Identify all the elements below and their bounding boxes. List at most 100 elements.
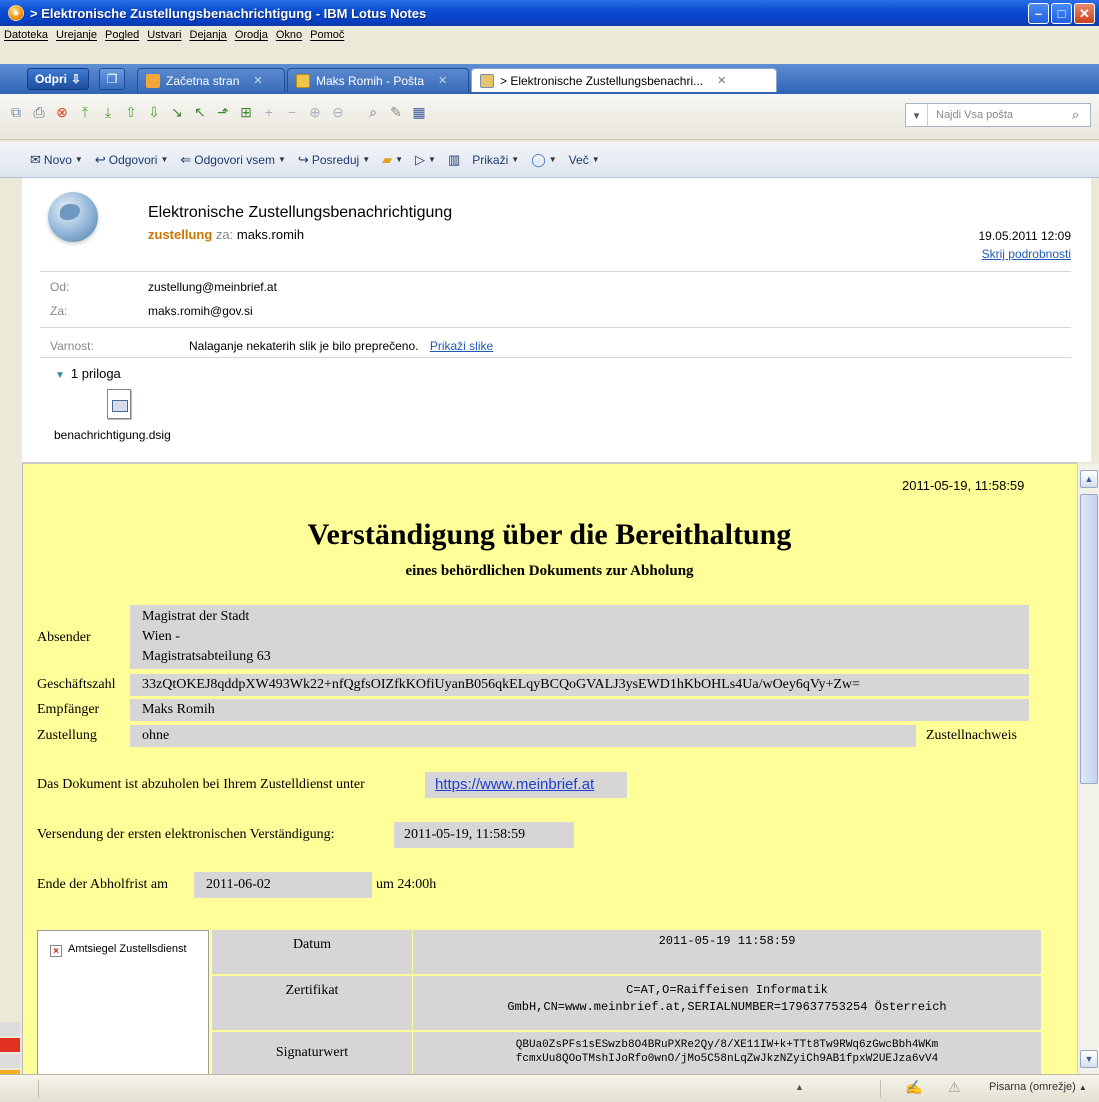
scroll-down-icon[interactable]: ▼ (1080, 1050, 1098, 1068)
signaturwert-line-2: fcmxUu8QOoTMshIJoRfo0wnO/jMo5C58nLqZwJkz… (515, 1053, 939, 1065)
versendung-label: Versendung der ersten elektronischen Ver… (37, 827, 335, 842)
collapse-icon[interactable]: − (284, 104, 300, 120)
message-date: 19.05.2011 12:09 (978, 229, 1071, 243)
binoculars-icon[interactable]: ⌕ (365, 104, 381, 120)
close-button[interactable]: ✕ (1074, 3, 1095, 24)
open-button[interactable]: Odpri ⇩ (27, 68, 89, 90)
move-top-icon[interactable]: ⤒ (77, 104, 93, 120)
more-label: Več (568, 152, 589, 167)
trash-icon: ▥ (447, 151, 461, 167)
move-bottom-icon[interactable]: ⤓ (100, 104, 116, 120)
maximize-button[interactable]: □ (1051, 3, 1072, 24)
message-icon (480, 73, 494, 88)
show-label: Prikaži (472, 152, 509, 167)
menu-ustvari[interactable]: Ustvari (147, 29, 181, 41)
reply-button[interactable]: ↩ Odgovori ▼ (95, 152, 169, 168)
status-caret-icon[interactable]: ▲ (795, 1082, 804, 1092)
scroll-thumb[interactable] (1080, 494, 1098, 784)
recipient-name: maks.romih (236, 227, 305, 242)
divider (40, 357, 1071, 358)
zustelldienst-link[interactable]: https://www.meinbrief.at (425, 772, 627, 798)
show-images-link[interactable]: Prikaži slike (430, 339, 493, 353)
edit-status-icon[interactable]: ✍ (905, 1079, 922, 1096)
divider (40, 271, 1071, 272)
reply-all-button[interactable]: ⇐ Odgovori vsem ▼ (180, 152, 286, 168)
vertical-scrollbar[interactable]: ▲ ▼ (1077, 464, 1099, 1074)
expand-all-icon[interactable]: ⊕ (307, 104, 323, 120)
ende-label: Ende der Abholfrist am (37, 877, 169, 892)
menu-urejanje[interactable]: Urejanje (56, 29, 97, 41)
new-button[interactable]: ✉ Novo ▼ (30, 152, 83, 168)
tag-down-icon[interactable]: ↘ (169, 104, 185, 120)
flag-button[interactable]: ▷ ▼ (415, 152, 436, 168)
collapse-all-icon[interactable]: ⊖ (330, 104, 346, 120)
versendung-value: 2011-05-19, 11:58:59 (394, 822, 574, 848)
trash-button[interactable]: ▥ (448, 152, 460, 168)
attachment-file-icon[interactable] (107, 389, 131, 419)
menu-datoteka[interactable]: Datoteka (4, 29, 48, 41)
tab-message-label: > Elektronische Zustellungsbenachri... (500, 73, 704, 88)
title-bar: ● > Elektronische Zustellungsbenachricht… (0, 0, 1099, 26)
tab-close-icon[interactable]: ✕ (253, 74, 262, 87)
search-input[interactable]: Najdi Vsa pošta (928, 109, 1072, 121)
tab-home[interactable]: Začetna stran ✕ (137, 68, 285, 92)
ende-suffix: um 24:00h (376, 877, 437, 892)
search-scope-icon[interactable]: ▾ (906, 104, 928, 126)
tab-mail[interactable]: Maks Romih - Pošta ✕ (287, 68, 469, 92)
forward-button[interactable]: ↪ Posreduj ▼ (298, 152, 370, 168)
attachments-toggle[interactable]: ▼ 1 priloga (55, 366, 121, 381)
tab-message[interactable]: > Elektronische Zustellungsbenachri... ✕ (471, 68, 777, 92)
home-icon (146, 73, 160, 88)
print-icon[interactable]: ⎙ (31, 104, 47, 120)
window-list-button[interactable]: ❐ (99, 68, 125, 90)
replication-icon[interactable]: ⚠ (948, 1079, 961, 1096)
to-label: Za: (50, 304, 68, 318)
security-label: Varnost: (50, 339, 94, 353)
sender-name[interactable]: zustellung (148, 227, 212, 242)
document-subtitle: eines behördlichen Dokuments zur Abholun… (405, 563, 694, 579)
search-field[interactable]: ▾ Najdi Vsa pošta ⌕ (905, 103, 1091, 127)
menu-pogled[interactable]: Pogled (105, 29, 139, 41)
tab-close-icon[interactable]: ✕ (717, 74, 726, 87)
edit-icon[interactable]: ✎ (388, 104, 404, 120)
show-button[interactable]: Prikaži ▼ (472, 153, 519, 167)
chevron-down-icon: ▼ (591, 155, 600, 164)
hide-details-link[interactable]: Skrij podrobnosti (958, 247, 1071, 261)
arrow-down-icon[interactable]: ⇩ (146, 104, 162, 120)
to-prefix: za: (215, 227, 234, 242)
menu-orodja[interactable]: Orodja (235, 29, 268, 41)
attachment-name[interactable]: benachrichtigung.dsig (54, 428, 171, 442)
stop-icon[interactable]: ⊗ (54, 104, 70, 120)
signaturwert-label: Signaturwert (212, 1032, 412, 1080)
window-title: > Elektronische Zustellungsbenachrichtig… (30, 5, 427, 21)
from-address: zustellung@meinbrief.at (148, 280, 277, 294)
mail-icon (296, 73, 310, 88)
minimize-button[interactable]: – (1028, 3, 1049, 24)
tag-up-icon[interactable]: ↖ (192, 104, 208, 120)
menu-pomoc[interactable]: Pomoč (310, 29, 344, 41)
triangle-down-icon: ▼ (55, 370, 65, 381)
folder-up-icon[interactable]: ⬏ (215, 104, 231, 120)
seal-label: Amtsiegel Zustellsdienst (68, 943, 187, 955)
new-doc-icon[interactable]: ⧉ (8, 104, 24, 120)
folder-button[interactable]: ▰ ▼ (382, 152, 403, 168)
properties-icon[interactable]: ⊞ (238, 104, 254, 120)
document-timestamp: 2011-05-19, 11:58:59 (902, 478, 1025, 493)
menu-dejanja[interactable]: Dejanja (190, 29, 227, 41)
zertifikat-label: Zertifikat (212, 976, 412, 1030)
chevron-down-icon: ▼ (74, 155, 83, 164)
location-status[interactable]: Pisarna (omrežje) ▲ (989, 1081, 1087, 1093)
expand-icon[interactable]: + (261, 104, 277, 120)
menu-okno[interactable]: Okno (276, 29, 302, 41)
absender-line-1: Magistrat der Stadt (142, 609, 250, 624)
attachments-count: 1 priloga (70, 366, 121, 381)
zertifikat-line-2: GmbH,CN=www.meinbrief.at,SERIALNUMBER=17… (507, 1000, 947, 1014)
action-bar: ✉ Novo ▼ ↩ Odgovori ▼ ⇐ Odgovori vsem ▼ ↪ Posre… (0, 142, 1099, 178)
scroll-up-icon[interactable]: ▲ (1080, 470, 1098, 488)
tab-close-icon[interactable]: ✕ (438, 74, 447, 87)
more-button[interactable]: Več ▼ (569, 153, 600, 167)
search-action-button[interactable]: ◯ ▼ (531, 152, 556, 168)
search-icon[interactable]: ⌕ (1072, 107, 1090, 123)
calendar-icon[interactable]: ▦ (411, 104, 427, 120)
arrow-up-icon[interactable]: ⇧ (123, 104, 139, 120)
